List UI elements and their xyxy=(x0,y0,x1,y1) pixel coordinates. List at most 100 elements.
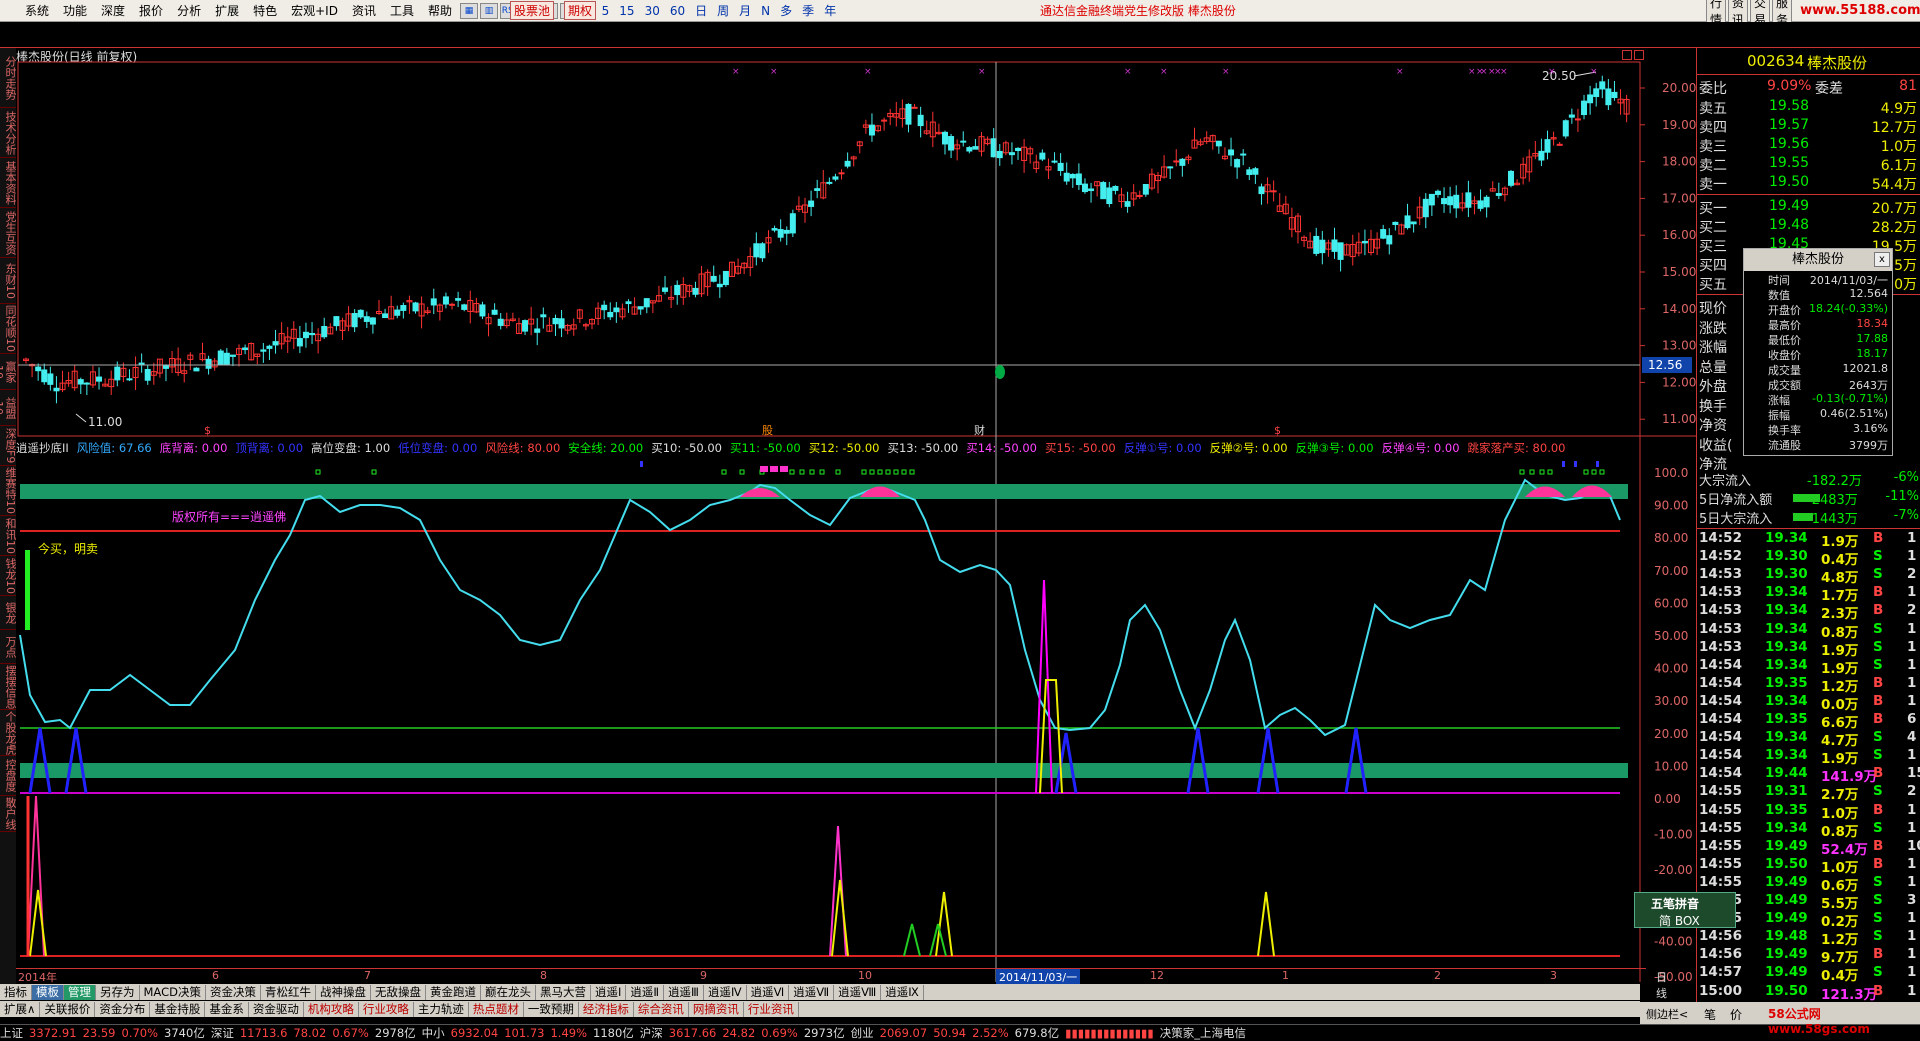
candle-body xyxy=(1495,193,1502,196)
candle-body xyxy=(771,228,778,231)
stock-name: 棒杰股份 xyxy=(1807,54,1868,72)
indicator-tab-18[interactable]: 逍遥Ⅷ xyxy=(834,984,882,1000)
candle-body xyxy=(1611,91,1618,99)
candle-body xyxy=(1568,114,1575,118)
bid-label: 买五 xyxy=(1699,277,1727,293)
extension-tab-12[interactable]: 综合资讯 xyxy=(634,1001,689,1017)
candle-body xyxy=(1063,172,1070,182)
candle-body xyxy=(369,317,376,325)
price-tab[interactable]: 价 xyxy=(1730,1006,1742,1023)
indicator-tab-1[interactable]: 模板 xyxy=(32,984,64,1000)
candle-body xyxy=(1404,215,1411,229)
extension-tab-4[interactable]: 基金系 xyxy=(205,1001,249,1017)
extension-tab-2[interactable]: 资金分布 xyxy=(95,1001,151,1017)
close-icon[interactable]: x xyxy=(1874,252,1890,267)
indicator-param: 低位变盘: 0.00 xyxy=(398,441,478,455)
candle-body xyxy=(674,284,681,296)
bottom-divergence-spike xyxy=(1035,579,1053,794)
indicator-tab-2[interactable]: 管理 xyxy=(64,984,96,1000)
tick-count: 1 xyxy=(1907,548,1917,565)
indicator-tab-16[interactable]: 逍遥Ⅵ xyxy=(747,984,790,1000)
extension-tab-7[interactable]: 行业攻略 xyxy=(359,1001,414,1017)
stat-label: 换手 xyxy=(1699,398,1727,415)
signal-marker: × xyxy=(1468,67,1476,77)
flow-pct: -11% xyxy=(1885,489,1919,504)
index-amount-zx: 1180亿 xyxy=(593,1026,634,1040)
input-method-box[interactable]: 五笔拼音 简 BOX xyxy=(1634,892,1736,928)
input-method-sub: 简 BOX xyxy=(1659,914,1700,928)
sidebar-toggle[interactable]: 侧边栏< xyxy=(1640,1002,1696,1024)
index-change-cy: 50.94 xyxy=(933,1026,967,1040)
tick-price: 19.34 xyxy=(1765,729,1808,746)
indicator-tab-11[interactable]: 黑马大营 xyxy=(536,984,591,1000)
indicator-tab-3[interactable]: 另存为 xyxy=(96,984,140,1000)
stat-label: 现价 xyxy=(1699,301,1727,317)
indicator-tab-15[interactable]: 逍遥Ⅳ xyxy=(704,984,747,1000)
candle-body xyxy=(1258,186,1265,195)
rebound-signal xyxy=(64,727,88,794)
tick-price: 19.49 xyxy=(1765,946,1808,963)
indicator-tab-5[interactable]: 资金决策 xyxy=(206,984,261,1000)
extension-tab-6[interactable]: 机构攻略 xyxy=(304,1001,359,1017)
indicator-tab-9[interactable]: 黄金跑道 xyxy=(426,984,481,1000)
candle-body xyxy=(442,296,449,305)
candle-body xyxy=(1507,170,1514,186)
tick-count: 1 xyxy=(1907,620,1917,637)
extension-tab-1[interactable]: 关联报价 xyxy=(40,1001,96,1017)
indicator-tab-17[interactable]: 逍遥Ⅶ xyxy=(789,984,835,1000)
index-amount-sz: 2978亿 xyxy=(374,1026,416,1040)
tick-row: 14:55 19.35 1.0万 B 1 xyxy=(1697,802,1920,822)
indicator-tab-19[interactable]: 逍遥Ⅸ xyxy=(881,984,924,1000)
tick-row: 14:54 19.35 6.6万 B 6 xyxy=(1697,711,1920,731)
extension-tab-8[interactable]: 主力轨迹 xyxy=(414,1001,469,1017)
index-value-hs: 3617.66 xyxy=(668,1026,717,1040)
indicator-tab-10[interactable]: 巅在龙头 xyxy=(481,984,536,1000)
signal-dot-blue xyxy=(1574,461,1577,467)
candle-body xyxy=(826,181,833,184)
indicator-tab-12[interactable]: 逍遥Ⅰ xyxy=(591,984,627,1000)
indicator-tab-14[interactable]: 逍遥Ⅲ xyxy=(664,984,704,1000)
extension-tab-9[interactable]: 热点题材 xyxy=(469,1001,524,1017)
stat-label: 涨幅 xyxy=(1699,340,1727,356)
indicator-param: 买13: -50.00 xyxy=(887,441,959,455)
candle-body xyxy=(455,298,462,301)
extension-tab-14[interactable]: 行业资讯 xyxy=(744,1001,799,1017)
extension-tab-10[interactable]: 一致预期 xyxy=(524,1001,579,1017)
y-label: 14.00 xyxy=(1662,302,1696,316)
flow-tick-divider xyxy=(1697,528,1920,529)
tick-time: 14:55 xyxy=(1699,783,1742,800)
indicator-tab-6[interactable]: 青松红牛 xyxy=(261,984,316,1000)
buy-sell-annotation: 今买，明卖 xyxy=(38,542,99,556)
indicator-tab-0[interactable]: 指标 xyxy=(0,984,32,1000)
candle-body xyxy=(83,382,90,385)
extension-tab-11[interactable]: 经济指标 xyxy=(579,1001,634,1017)
ask-volume: 6.1万 xyxy=(1880,158,1917,174)
extension-tab-0[interactable]: 扩展∧ xyxy=(0,1001,41,1017)
indicator-tab-4[interactable]: MACD决策 xyxy=(140,984,206,1000)
indicator-tab-8[interactable]: 无敌操盘 xyxy=(371,984,426,1000)
extension-tab-5[interactable]: 资金驱动 xyxy=(249,1001,304,1017)
tick-row: 14:54 19.34 1.9万 S 1 xyxy=(1697,747,1920,767)
candle-body xyxy=(1112,185,1119,191)
tick-tab[interactable]: 笔 xyxy=(1704,1006,1716,1023)
candle-body xyxy=(1386,235,1393,245)
candle-body xyxy=(1422,198,1429,218)
candle-body xyxy=(363,316,370,322)
signal-dot xyxy=(315,469,321,475)
candle-body xyxy=(333,316,340,327)
index-value-zx: 6932.04 xyxy=(450,1026,499,1040)
tick-time: 14:52 xyxy=(1699,530,1742,546)
candle-body xyxy=(394,309,401,316)
x-axis-label: 2014年 xyxy=(18,971,57,984)
oscillator-spike xyxy=(27,795,45,957)
weicha-value: 81 xyxy=(1899,78,1917,94)
indicator-tab-13[interactable]: 逍遥Ⅱ xyxy=(626,984,665,1000)
tick-volume: 4.8万 xyxy=(1821,570,1859,587)
indicator-tab-7[interactable]: 战神操盘 xyxy=(316,984,371,1000)
indicator-param: 反弹③号: 0.00 xyxy=(1295,441,1374,455)
candle-body xyxy=(832,176,839,180)
extension-tab-13[interactable]: 网摘资讯 xyxy=(689,1001,744,1017)
extension-tab-3[interactable]: 基金持股 xyxy=(150,1001,206,1017)
sub-y-label: 80.00 xyxy=(1654,531,1688,545)
indicator-param: 反弹①号: 0.00 xyxy=(1123,441,1202,455)
